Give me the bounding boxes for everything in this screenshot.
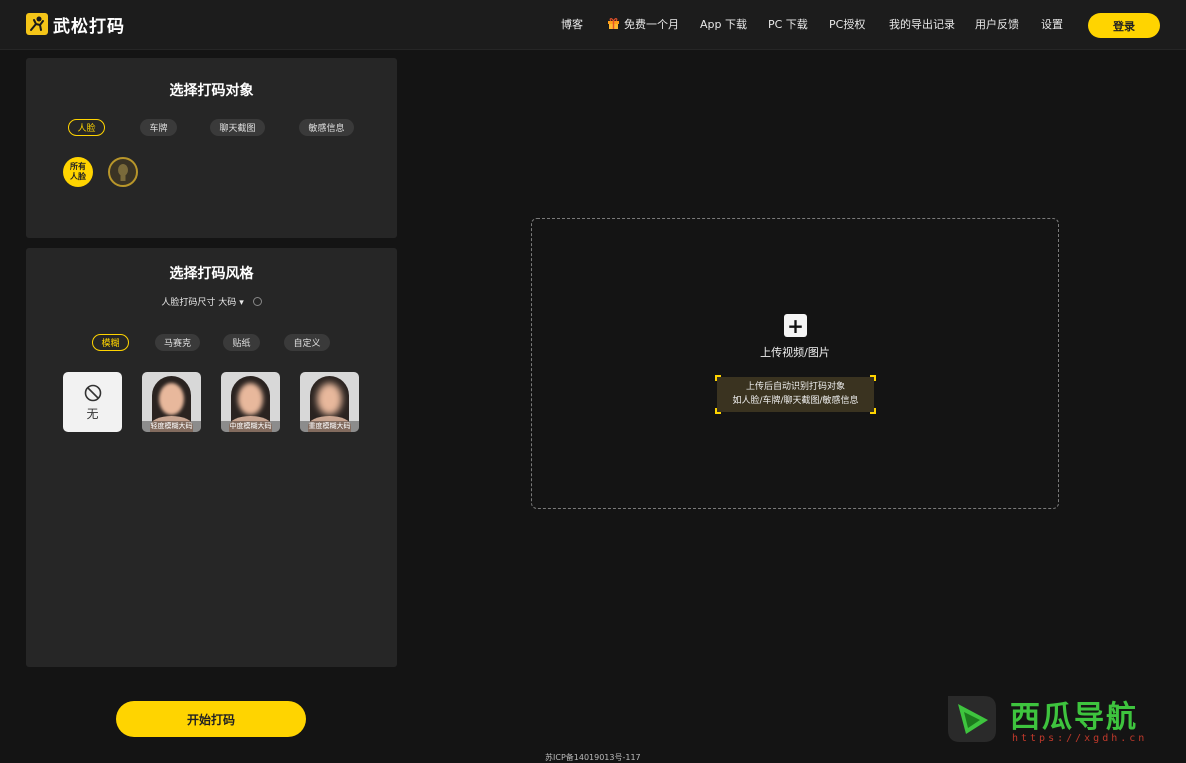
login-button[interactable]: 登录 bbox=[1088, 13, 1160, 38]
style-heavy-blur-option[interactable]: 重度模糊大码 bbox=[300, 372, 359, 432]
target-panel-title: 选择打码对象 bbox=[169, 83, 254, 99]
plus-icon[interactable]: + bbox=[784, 314, 807, 337]
watermark-url: https://xgdh.cn bbox=[1012, 733, 1148, 744]
watermark-title: 西瓜导航 bbox=[1010, 700, 1138, 735]
nav-feedback[interactable]: 用户反馈 bbox=[975, 17, 1019, 33]
nav-app-download[interactable]: App 下载 bbox=[700, 17, 747, 33]
style-thumb-label: 中度模糊大码 bbox=[221, 421, 280, 432]
upload-hint-line1: 上传后自动识别打码对象 bbox=[745, 382, 845, 392]
top-nav-bar: 武松打码 博客 免费一个月 App 下载 PC 下载 PC授权 我的导出记录 用… bbox=[0, 0, 1186, 50]
style-none-label: 无 bbox=[86, 406, 99, 421]
prohibited-icon bbox=[84, 384, 101, 401]
target-panel: 选择打码对象 人脸 车牌 聊天截图 敏感信息 所有人脸 bbox=[26, 58, 397, 238]
start-masking-button[interactable]: 开始打码 bbox=[116, 701, 306, 737]
site-watermark: 西瓜导航 https://xgdh.cn bbox=[944, 690, 1174, 750]
all-faces-option[interactable]: 所有人脸 bbox=[63, 157, 93, 187]
style-none-option[interactable]: 无 bbox=[63, 372, 122, 432]
blurred-face-image bbox=[317, 383, 342, 415]
info-icon[interactable] bbox=[252, 297, 262, 306]
style-panel: 选择打码风格 人脸打码尺寸 大码 ▾ 模糊 马赛克 贴纸 自定义 无 轻度模糊大… bbox=[26, 248, 397, 667]
blurred-face-image bbox=[159, 383, 184, 415]
tab-sensitive-info[interactable]: 敏感信息 bbox=[299, 119, 354, 136]
nav-pc-license[interactable]: PC授权 bbox=[829, 17, 865, 33]
watermark-logo-icon bbox=[944, 690, 1000, 746]
tab-sticker[interactable]: 贴纸 bbox=[223, 334, 260, 351]
size-value: 大码 bbox=[218, 298, 237, 308]
tab-custom[interactable]: 自定义 bbox=[284, 334, 330, 351]
nav-settings[interactable]: 设置 bbox=[1041, 17, 1063, 33]
upload-label: 上传视频/图片 bbox=[760, 346, 830, 359]
upload-hint: 上传后自动识别打码对象 如人脸/车牌/聊天截图/敏感信息 bbox=[715, 375, 876, 414]
icp-license[interactable]: 苏ICP备14019013号-117 bbox=[545, 752, 641, 763]
upload-hint-line2: 如人脸/车牌/聊天截图/敏感信息 bbox=[732, 396, 859, 406]
gift-icon bbox=[607, 17, 620, 35]
tab-blur[interactable]: 模糊 bbox=[92, 334, 129, 351]
style-thumb-label: 轻度模糊大码 bbox=[142, 421, 201, 432]
size-label: 人脸打码尺寸 bbox=[161, 298, 216, 308]
nav-export-records[interactable]: 我的导出记录 bbox=[889, 17, 955, 33]
tab-license-plate[interactable]: 车牌 bbox=[140, 119, 177, 136]
all-faces-label: 所有人脸 bbox=[70, 162, 86, 181]
style-light-blur-option[interactable]: 轻度模糊大码 bbox=[142, 372, 201, 432]
face-option[interactable] bbox=[108, 157, 138, 187]
brand-logo-icon bbox=[26, 13, 48, 35]
style-medium-blur-option[interactable]: 中度模糊大码 bbox=[221, 372, 280, 432]
nav-free-month[interactable]: 免费一个月 bbox=[607, 17, 679, 35]
upload-dropzone[interactable]: + 上传视频/图片 上传后自动识别打码对象 如人脸/车牌/聊天截图/敏感信息 bbox=[531, 218, 1059, 509]
style-thumb-label: 重度模糊大码 bbox=[300, 421, 359, 432]
tab-chat-screenshot[interactable]: 聊天截图 bbox=[210, 119, 265, 136]
nav-blog[interactable]: 博客 bbox=[561, 17, 583, 33]
nav-free-month-label: 免费一个月 bbox=[624, 18, 679, 31]
tab-mosaic[interactable]: 马赛克 bbox=[155, 334, 200, 351]
size-selector[interactable]: 人脸打码尺寸 大码 ▾ bbox=[26, 295, 397, 308]
nav-pc-download[interactable]: PC 下载 bbox=[768, 17, 808, 33]
blurred-face-image bbox=[238, 383, 263, 415]
brand-name: 武松打码 bbox=[53, 16, 125, 37]
tab-face[interactable]: 人脸 bbox=[68, 119, 105, 136]
style-panel-title: 选择打码风格 bbox=[169, 266, 254, 282]
dropdown-arrow-icon: ▾ bbox=[239, 298, 244, 308]
brand-logo[interactable]: 武松打码 bbox=[26, 11, 125, 37]
face-silhouette-icon bbox=[118, 164, 128, 181]
